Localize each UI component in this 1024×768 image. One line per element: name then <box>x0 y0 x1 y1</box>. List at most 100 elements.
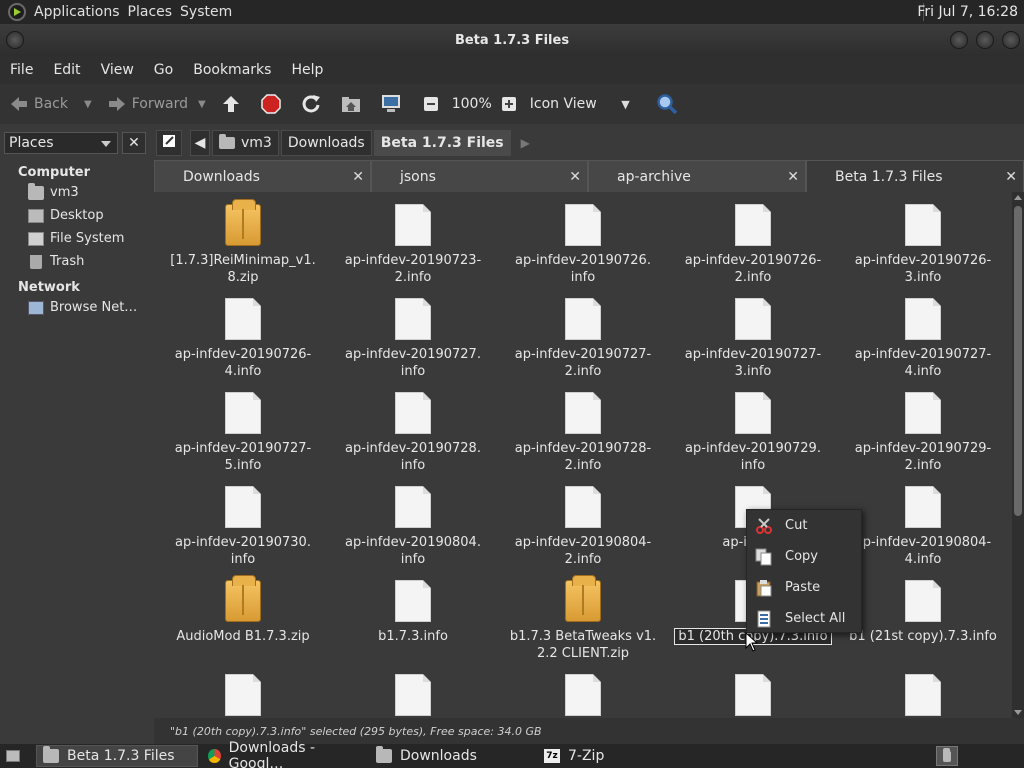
file-item[interactable]: ap-infdev-20190726- 2.info <box>668 204 838 286</box>
file-item[interactable]: ap-infdev-20190804- 2.info <box>498 486 668 568</box>
forward-button[interactable]: Forward ▼ <box>106 93 206 115</box>
file-item[interactable]: ap-infdev-20190723- 2.info <box>328 204 498 286</box>
toolbar: Back ▼ Forward ▼ 100% Icon View ▼ <box>0 84 1024 124</box>
file-item[interactable]: b1.7.3.info <box>328 580 498 645</box>
up-button[interactable] <box>220 93 246 115</box>
minimize-button[interactable] <box>950 31 968 49</box>
file-name-line: b1.7.3 BetaTweaks v1. <box>509 629 657 644</box>
workspace-switcher[interactable] <box>936 746 958 766</box>
close-sidebar-button[interactable]: ✕ <box>122 132 146 154</box>
file-item[interactable]: ap-infdev-20190726. info <box>498 204 668 286</box>
applications-menu[interactable]: Applications <box>34 4 128 20</box>
chrome-icon <box>208 749 221 763</box>
file-name: ap-infdev-20190728. info <box>328 440 498 474</box>
clock[interactable]: Fri Jul 7, 16:28 <box>917 4 1018 20</box>
file-item[interactable]: ap-infdev-20190727- 3.info <box>668 298 838 380</box>
file-item[interactable]: ap-infdev-20190728. info <box>328 392 498 474</box>
zoom-out-button[interactable] <box>420 93 446 115</box>
toggle-location-entry-button[interactable] <box>156 130 182 156</box>
file-item[interactable]: b1.7.3 BetaTweaks v1. 2.2 CLIENT.zip <box>498 575 668 662</box>
file-item[interactable] <box>838 674 1008 718</box>
file-item[interactable] <box>668 674 838 718</box>
gnome-foot-icon[interactable] <box>8 3 26 21</box>
document-icon <box>225 298 261 340</box>
home-button[interactable] <box>340 93 366 115</box>
file-item[interactable] <box>328 674 498 718</box>
back-button[interactable]: Back ▼ <box>8 93 92 115</box>
taskbar-item-downloads[interactable]: Downloads <box>370 745 534 767</box>
menu-view[interactable]: View <box>101 62 134 78</box>
sidebar-item-browse-network[interactable]: Browse Net… <box>0 296 150 319</box>
forward-history-caret-icon[interactable]: ▼ <box>198 99 206 110</box>
sidebar-item-file-system[interactable]: File System <box>0 227 150 250</box>
file-item[interactable]: ap-infdev-20190727- 5.info <box>158 392 328 474</box>
path-segment-current[interactable]: Beta 1.7.3 Files <box>373 130 511 156</box>
menu-file[interactable]: File <box>10 62 33 78</box>
menu-help[interactable]: Help <box>291 62 323 78</box>
tab-jsons[interactable]: jsons ✕ <box>371 160 588 192</box>
file-item[interactable]: ap-infdev-20190727- 4.info <box>838 298 1008 380</box>
close-tab-icon[interactable]: ✕ <box>787 169 799 185</box>
maximize-button[interactable] <box>976 31 994 49</box>
close-tab-icon[interactable]: ✕ <box>352 169 364 185</box>
computer-button[interactable] <box>380 93 406 115</box>
sidebar-item-trash[interactable]: Trash <box>0 250 150 273</box>
menu-bookmarks[interactable]: Bookmarks <box>193 62 271 78</box>
file-item[interactable]: b1 (21st copy).7.3.info <box>838 580 1008 645</box>
scrollbar-thumb[interactable] <box>1014 206 1022 516</box>
back-history-caret-icon[interactable]: ▼ <box>84 99 92 110</box>
sidebar-mode-select[interactable]: Places <box>4 132 118 154</box>
tab-downloads[interactable]: Downloads ✕ <box>154 160 371 192</box>
sidebar-item-vm3[interactable]: vm3 <box>0 181 150 204</box>
search-button[interactable] <box>656 93 682 115</box>
path-scroll-left-button[interactable]: ◀ <box>190 130 210 156</box>
view-mode-select[interactable]: Icon View ▼ <box>530 96 630 112</box>
file-item[interactable]: ap-infdev-20190726- 4.info <box>158 298 328 380</box>
file-item[interactable]: ap-infdev-20190726- 3.info <box>838 204 1008 286</box>
sidebar-item-desktop[interactable]: Desktop <box>0 204 150 227</box>
path-segment-vm3[interactable]: vm3 <box>212 130 279 156</box>
file-item[interactable]: ap-infdev-20190727- 2.info <box>498 298 668 380</box>
path-scroll-right-icon[interactable]: ▶ <box>521 136 530 150</box>
system-menu[interactable]: System <box>180 4 240 20</box>
vertical-scrollbar[interactable] <box>1012 192 1024 718</box>
file-item[interactable]: ap-infdev-20190728- 2.info <box>498 392 668 474</box>
taskbar-item-chrome[interactable]: Downloads - Googl… <box>202 740 366 768</box>
context-menu-paste[interactable]: Paste <box>747 572 861 603</box>
file-item[interactable]: ap-infdev-20190804. info <box>328 486 498 568</box>
file-item[interactable]: AudioMod B1.7.3.zip <box>158 575 328 645</box>
show-desktop-button[interactable] <box>0 745 26 767</box>
file-item[interactable] <box>158 674 328 718</box>
file-item[interactable]: ap-infdev-20190730. info <box>158 486 328 568</box>
tab-beta-files[interactable]: Beta 1.7.3 Files ✕ <box>806 160 1024 192</box>
document-icon <box>565 392 601 434</box>
zoom-in-button[interactable] <box>498 93 524 115</box>
taskbar-item-beta-files[interactable]: Beta 1.7.3 Files <box>36 745 198 767</box>
window-titlebar[interactable]: Beta 1.7.3 Files <box>0 24 1024 56</box>
file-item[interactable]: ap-infdev-20190727. info <box>328 298 498 380</box>
reload-button[interactable] <box>300 93 326 115</box>
file-item[interactable]: [1.7.3]ReiMinimap_v1. 8.zip <box>158 199 328 286</box>
file-item[interactable] <box>498 674 668 718</box>
scroll-up-icon[interactable] <box>1014 195 1022 200</box>
file-item[interactable]: ap-infdev-20190804- 4.info <box>838 486 1008 568</box>
context-menu-cut[interactable]: Cut <box>747 510 861 541</box>
close-window-button[interactable] <box>1002 31 1020 49</box>
window-menu-button[interactable] <box>6 31 24 49</box>
taskbar-item-7zip[interactable]: 7z 7-Zip <box>538 745 688 767</box>
tab-ap-archive[interactable]: ap-archive ✕ <box>588 160 806 192</box>
close-tab-icon[interactable]: ✕ <box>1005 169 1017 185</box>
file-icon-view[interactable]: [1.7.3]ReiMinimap_v1. 8.zip ap-infdev-2019… <box>154 192 1010 718</box>
menu-go[interactable]: Go <box>154 62 173 78</box>
file-name-line: ap-infdev-20190727- <box>514 347 652 362</box>
file-item[interactable]: ap-infdev-20190729. info <box>668 392 838 474</box>
path-segment-downloads[interactable]: Downloads <box>280 130 372 156</box>
context-menu-copy[interactable]: Copy <box>747 541 861 572</box>
close-tab-icon[interactable]: ✕ <box>569 169 581 185</box>
context-menu-select-all[interactable]: Select All <box>747 603 861 634</box>
file-item[interactable]: ap-infdev-20190729- 2.info <box>838 392 1008 474</box>
scroll-down-icon[interactable] <box>1014 710 1022 715</box>
places-menu[interactable]: Places <box>128 4 181 20</box>
menu-edit[interactable]: Edit <box>53 62 80 78</box>
stop-button[interactable] <box>260 93 286 115</box>
